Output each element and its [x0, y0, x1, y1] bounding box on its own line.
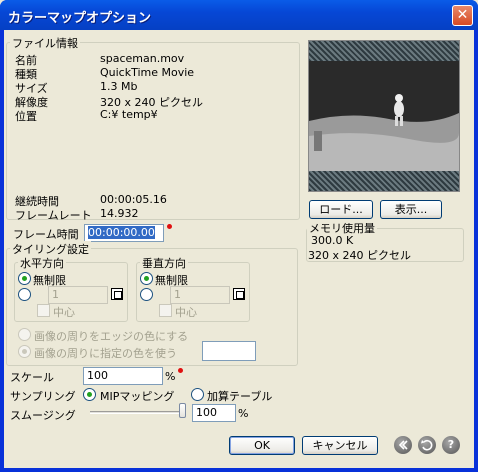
horizontal-center-label: 中心: [53, 306, 75, 319]
smoothing-label: スムージング: [10, 409, 76, 422]
duration-value: 00:00:05.16: [100, 193, 167, 206]
frame-time-label: フレーム時間: [13, 228, 79, 241]
moon-scene-image: [309, 61, 459, 171]
memory-size: 320 x 240 ピクセル: [308, 249, 411, 262]
custom-color-radio[interactable]: [18, 345, 31, 358]
color-swatch[interactable]: [202, 341, 256, 361]
scale-label: スケール: [10, 371, 54, 384]
sampling-label: サンプリング: [10, 390, 76, 403]
vertical-count-input[interactable]: 1: [170, 286, 230, 304]
file-size-value: 1.3 Mb: [100, 80, 138, 93]
close-button[interactable]: ✕: [452, 5, 473, 26]
framerate-label: フレームレート: [15, 209, 92, 222]
edge-color-label: 画像の周りをエッジの色にする: [34, 330, 189, 343]
frame-time-value: 00:00:00.00: [88, 226, 155, 239]
mip-mapping-radio[interactable]: [83, 388, 96, 401]
horizontal-count-input[interactable]: 1: [48, 286, 108, 304]
location-label: 位置: [15, 110, 37, 123]
back-icon[interactable]: [394, 436, 412, 454]
window-title: カラーマップオプション: [8, 11, 152, 26]
horizontal-legend: 水平方向: [18, 255, 66, 271]
title-bar[interactable]: カラーマップオプション ✕: [0, 0, 478, 30]
vertical-unlimited-radio[interactable]: [140, 272, 153, 285]
scale-input[interactable]: 100: [83, 367, 163, 385]
vertical-picker-button[interactable]: [233, 288, 245, 300]
show-button[interactable]: 表示...: [380, 200, 442, 219]
horizontal-count-radio[interactable]: [18, 288, 31, 301]
edge-color-radio[interactable]: [18, 328, 31, 341]
framerate-value: 14.932: [100, 207, 139, 220]
vertical-legend: 垂直方向: [140, 255, 188, 271]
dialog-body: ファイル情報 名前 spaceman.mov 種類 QuickTime Movi…: [4, 30, 474, 468]
ok-button[interactable]: OK: [229, 436, 295, 455]
file-name-value: spaceman.mov: [100, 52, 185, 65]
help-icon[interactable]: ?: [442, 436, 460, 454]
file-info-legend: ファイル情報: [10, 35, 80, 51]
cancel-button[interactable]: キャンセル: [302, 436, 378, 455]
memory-amount: 300.0 K: [311, 234, 354, 247]
vertical-center-checkbox[interactable]: [159, 304, 172, 317]
load-button[interactable]: ロード...: [309, 200, 373, 219]
add-table-label: 加算テーブル: [207, 390, 273, 403]
frame-time-input[interactable]: 00:00:00.00: [84, 224, 164, 242]
smoothing-slider-thumb[interactable]: [179, 403, 186, 418]
horizontal-unlimited-radio[interactable]: [18, 272, 31, 285]
vertical-center-label: 中心: [175, 306, 197, 319]
dialog-window: カラーマップオプション ✕ ファイル情報 名前 spaceman.mov 種類 …: [0, 0, 478, 472]
scale-required-indicator: [178, 368, 183, 373]
smoothing-unit: %: [238, 407, 249, 420]
smoothing-input[interactable]: 100: [192, 404, 236, 422]
file-type-value: QuickTime Movie: [100, 66, 195, 79]
horizontal-center-checkbox[interactable]: [37, 304, 50, 317]
location-value: C:¥ temp¥: [100, 108, 158, 121]
smoothing-slider-track: [90, 411, 186, 414]
reset-icon[interactable]: [418, 436, 436, 454]
add-table-radio[interactable]: [191, 388, 204, 401]
custom-color-label: 画像の周りに指定の色を使う: [34, 347, 177, 360]
mip-mapping-label: MIPマッピング: [100, 390, 175, 403]
required-indicator: [167, 224, 172, 229]
vertical-count-radio[interactable]: [140, 288, 153, 301]
horizontal-picker-button[interactable]: [111, 288, 123, 300]
scale-unit: %: [165, 370, 176, 383]
preview-image: [308, 40, 460, 192]
